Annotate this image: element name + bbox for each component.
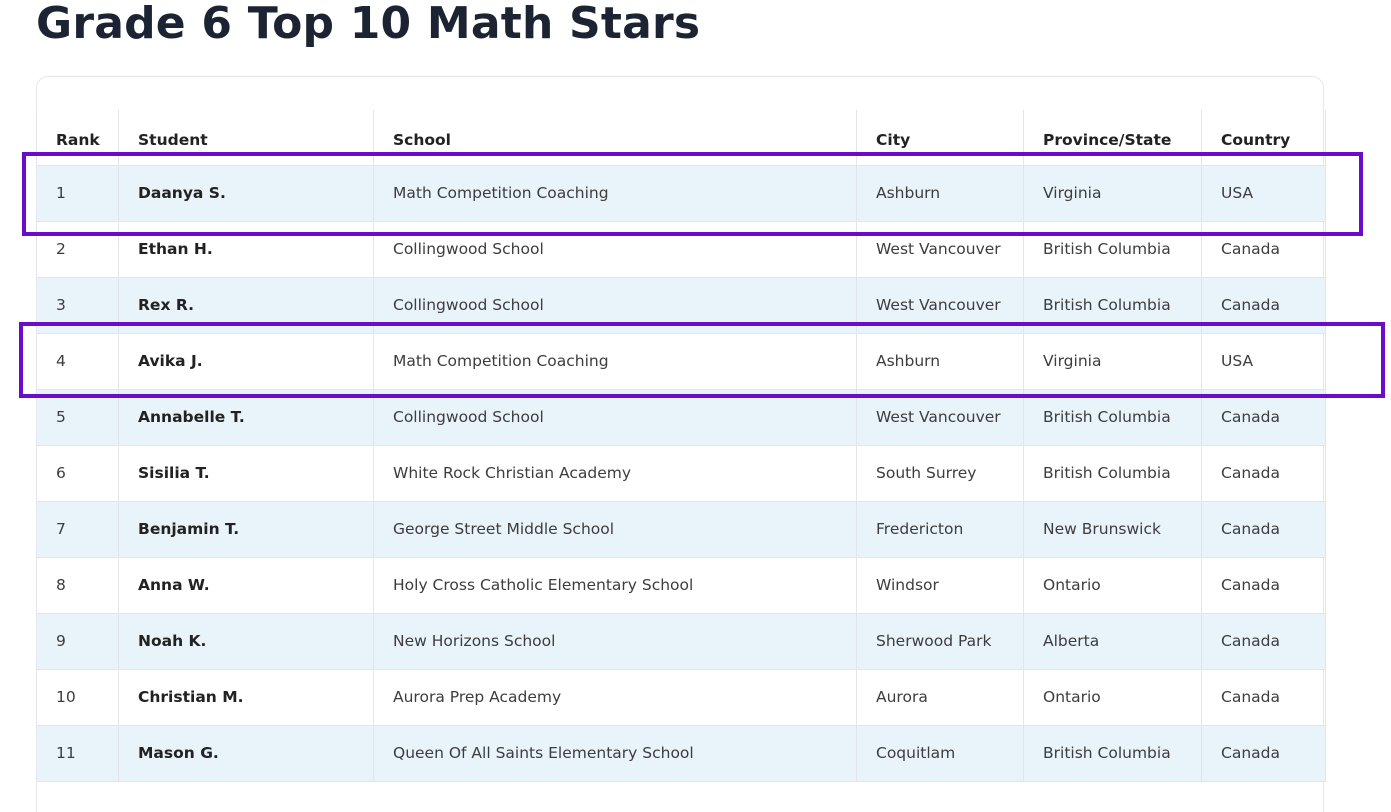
cell-rank: 10 bbox=[36, 668, 119, 726]
cell-city: Sherwood Park bbox=[856, 612, 1024, 670]
table-row: 8 Anna W. Holy Cross Catholic Elementary… bbox=[36, 556, 1326, 614]
table-header-row: Rank Student School City Province/State … bbox=[36, 110, 1326, 166]
cell-rank: 6 bbox=[36, 444, 119, 502]
cell-country: USA bbox=[1201, 332, 1326, 390]
cell-province-state: Ontario bbox=[1023, 556, 1202, 614]
cell-school: Collingwood School bbox=[373, 388, 857, 446]
table-row: 2 Ethan H. Collingwood School West Vanco… bbox=[36, 220, 1326, 278]
cell-student: Sisilia T. bbox=[118, 444, 374, 502]
cell-province-state: British Columbia bbox=[1023, 724, 1202, 782]
cell-country: Canada bbox=[1201, 388, 1326, 446]
cell-rank: 5 bbox=[36, 388, 119, 446]
cell-rank: 1 bbox=[36, 164, 119, 222]
cell-rank: 11 bbox=[36, 724, 119, 782]
cell-country: Canada bbox=[1201, 724, 1326, 782]
cell-student: Noah K. bbox=[118, 612, 374, 670]
ranking-table: Rank Student School City Province/State … bbox=[36, 110, 1326, 782]
cell-province-state: British Columbia bbox=[1023, 276, 1202, 334]
header-country[interactable]: Country bbox=[1201, 110, 1326, 166]
cell-school: White Rock Christian Academy bbox=[373, 444, 857, 502]
cell-province-state: Virginia bbox=[1023, 164, 1202, 222]
cell-city: South Surrey bbox=[856, 444, 1024, 502]
cell-school: Collingwood School bbox=[373, 220, 857, 278]
cell-student: Mason G. bbox=[118, 724, 374, 782]
header-school[interactable]: School bbox=[373, 110, 857, 166]
cell-province-state: British Columbia bbox=[1023, 444, 1202, 502]
cell-country: USA bbox=[1201, 164, 1326, 222]
cell-student: Ethan H. bbox=[118, 220, 374, 278]
cell-province-state: British Columbia bbox=[1023, 220, 1202, 278]
page: Grade 6 Top 10 Math Stars Rank Student S… bbox=[0, 0, 1391, 812]
table-row: 1 Daanya S. Math Competition Coaching As… bbox=[36, 164, 1326, 222]
header-province-state[interactable]: Province/State bbox=[1023, 110, 1202, 166]
cell-student: Rex R. bbox=[118, 276, 374, 334]
cell-school: Collingwood School bbox=[373, 276, 857, 334]
page-title: Grade 6 Top 10 Math Stars bbox=[36, 0, 701, 49]
cell-rank: 8 bbox=[36, 556, 119, 614]
table-row: 4 Avika J. Math Competition Coaching Ash… bbox=[36, 332, 1326, 390]
cell-school: New Horizons School bbox=[373, 612, 857, 670]
cell-school: Aurora Prep Academy bbox=[373, 668, 857, 726]
cell-rank: 2 bbox=[36, 220, 119, 278]
cell-city: Ashburn bbox=[856, 164, 1024, 222]
cell-city: Fredericton bbox=[856, 500, 1024, 558]
cell-province-state: Virginia bbox=[1023, 332, 1202, 390]
table-row: 10 Christian M. Aurora Prep Academy Auro… bbox=[36, 668, 1326, 726]
table-row: 9 Noah K. New Horizons School Sherwood P… bbox=[36, 612, 1326, 670]
cell-student: Avika J. bbox=[118, 332, 374, 390]
cell-province-state: New Brunswick bbox=[1023, 500, 1202, 558]
cell-school: George Street Middle School bbox=[373, 500, 857, 558]
cell-city: Aurora bbox=[856, 668, 1024, 726]
cell-city: Windsor bbox=[856, 556, 1024, 614]
cell-province-state: British Columbia bbox=[1023, 388, 1202, 446]
header-city[interactable]: City bbox=[856, 110, 1024, 166]
cell-school: Queen Of All Saints Elementary School bbox=[373, 724, 857, 782]
cell-country: Canada bbox=[1201, 500, 1326, 558]
table-row: 3 Rex R. Collingwood School West Vancouv… bbox=[36, 276, 1326, 334]
table-row: 5 Annabelle T. Collingwood School West V… bbox=[36, 388, 1326, 446]
cell-rank: 4 bbox=[36, 332, 119, 390]
cell-city: West Vancouver bbox=[856, 276, 1024, 334]
cell-student: Annabelle T. bbox=[118, 388, 374, 446]
cell-city: West Vancouver bbox=[856, 220, 1024, 278]
cell-country: Canada bbox=[1201, 276, 1326, 334]
header-rank[interactable]: Rank bbox=[36, 110, 119, 166]
cell-student: Anna W. bbox=[118, 556, 374, 614]
cell-city: Ashburn bbox=[856, 332, 1024, 390]
cell-student: Benjamin T. bbox=[118, 500, 374, 558]
cell-student: Christian M. bbox=[118, 668, 374, 726]
table-row: 6 Sisilia T. White Rock Christian Academ… bbox=[36, 444, 1326, 502]
cell-country: Canada bbox=[1201, 220, 1326, 278]
cell-school: Holy Cross Catholic Elementary School bbox=[373, 556, 857, 614]
cell-country: Canada bbox=[1201, 668, 1326, 726]
cell-city: Coquitlam bbox=[856, 724, 1024, 782]
cell-school: Math Competition Coaching bbox=[373, 332, 857, 390]
cell-country: Canada bbox=[1201, 556, 1326, 614]
cell-rank: 3 bbox=[36, 276, 119, 334]
cell-province-state: Alberta bbox=[1023, 612, 1202, 670]
cell-city: West Vancouver bbox=[856, 388, 1024, 446]
cell-school: Math Competition Coaching bbox=[373, 164, 857, 222]
table-row: 7 Benjamin T. George Street Middle Schoo… bbox=[36, 500, 1326, 558]
cell-country: Canada bbox=[1201, 444, 1326, 502]
header-student[interactable]: Student bbox=[118, 110, 374, 166]
cell-rank: 9 bbox=[36, 612, 119, 670]
table-row: 11 Mason G. Queen Of All Saints Elementa… bbox=[36, 724, 1326, 782]
cell-country: Canada bbox=[1201, 612, 1326, 670]
cell-student: Daanya S. bbox=[118, 164, 374, 222]
cell-province-state: Ontario bbox=[1023, 668, 1202, 726]
cell-rank: 7 bbox=[36, 500, 119, 558]
